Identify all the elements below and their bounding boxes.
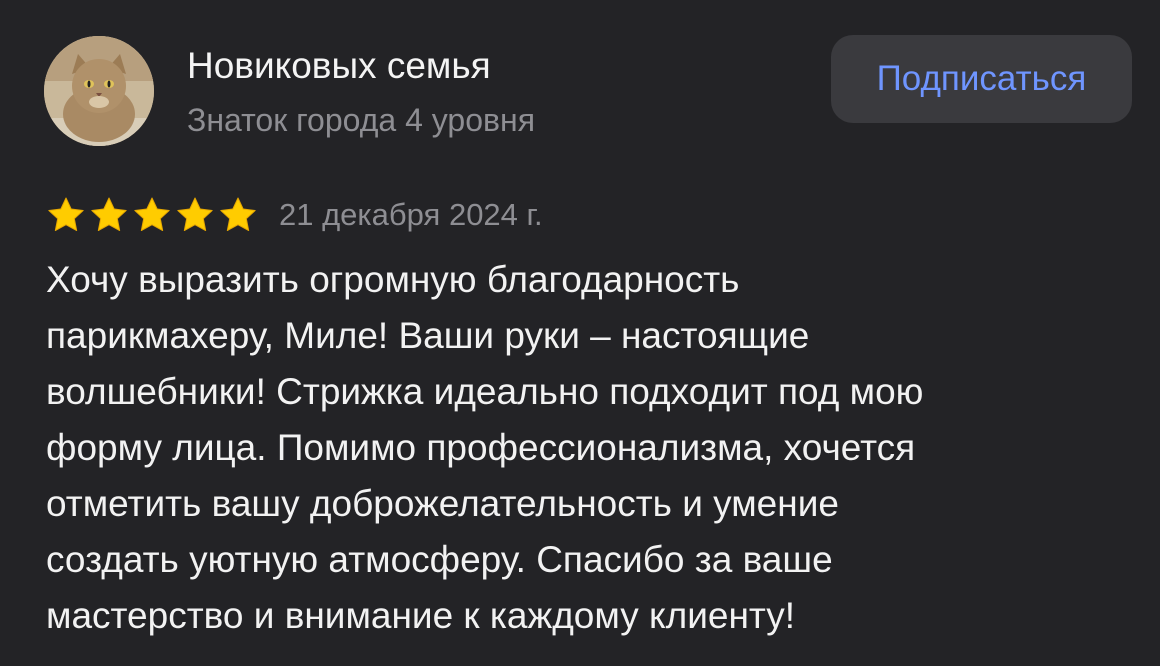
rating-row: 21 декабря 2024 г. [46, 193, 543, 237]
star-icon [91, 197, 127, 231]
avatar[interactable] [44, 36, 154, 146]
subscribe-button[interactable]: Подписаться [831, 35, 1132, 123]
author-name[interactable]: Новиковых семья [187, 44, 491, 88]
review-date: 21 декабря 2024 г. [279, 197, 543, 232]
star-icon [48, 197, 84, 231]
review-text-line: волшебники! Стрижка идеально подходит по… [46, 371, 924, 412]
star-icon [220, 197, 256, 231]
star-icon [177, 197, 213, 231]
review-text-line: Хочу выразить огромную благодарность [46, 259, 740, 300]
star-rating [46, 195, 261, 235]
review-text-line: форму лица. Помимо профессионализма, хоч… [46, 427, 916, 468]
review-text-line: отметить вашу доброжелательность и умени… [46, 483, 839, 524]
author-status: Знаток города 4 уровня [187, 102, 536, 138]
review-text-line: парикмахеру, Миле! Ваши руки – настоящие [46, 315, 810, 356]
review-text: Хочу выразить огромную благодарность пари… [46, 252, 1136, 644]
star-icon [134, 197, 170, 231]
cat-avatar-image [44, 36, 154, 146]
review-text-line: создать уютную атмосферу. Спасибо за ваш… [46, 539, 833, 580]
review-text-line: мастерство и внимание к каждому клиенту! [46, 595, 796, 636]
